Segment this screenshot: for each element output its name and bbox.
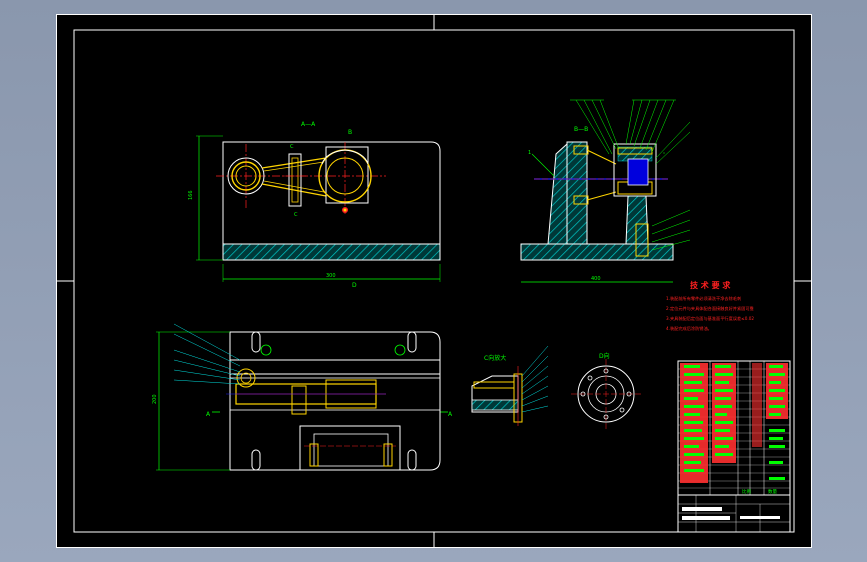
c-direction-title: C向放大 (484, 354, 506, 362)
front-view: A—A B 166 300 D C C (188, 121, 441, 289)
d-direction-title: D向 (599, 352, 610, 360)
tech-requirements: 技 术 要 求 1.装配前所有零件必须清洗干净去除毛刺 2.定位元件与夹具体配合… (666, 280, 754, 332)
svg-text:200: 200 (152, 394, 158, 404)
side-base-plate (520, 243, 674, 261)
plan-view-label-left: A (206, 411, 211, 418)
plan-lower-block (299, 425, 401, 471)
side-mark-1: 1 (528, 150, 531, 156)
side-view-title: B—B (574, 126, 588, 133)
front-section-c-top: C (290, 144, 294, 150)
title-block (677, 494, 791, 533)
tech-req-line-4: 4.装配完成后涂防锈油。 (666, 325, 712, 332)
front-section-c-bottom: C (294, 212, 298, 218)
parts-list-scale-label: 比例 (742, 488, 751, 495)
svg-text:400: 400 (591, 276, 601, 282)
d-direction-view: D向 (571, 352, 641, 429)
side-view: B—B 400 1 (520, 99, 691, 283)
front-view-letter-b: B (348, 129, 352, 136)
drawing-sheet: A—A B 166 300 D C C B—B 400 1 A A 200 C向… (56, 14, 812, 548)
tech-req-line-1: 1.装配前所有零件必须清洗干净去除毛刺 (666, 295, 741, 302)
tech-req-title: 技 术 要 求 (690, 280, 731, 290)
cad-drawing: A—A B 166 300 D C C B—B 400 1 A A 200 C向… (56, 14, 812, 548)
front-dim-letter-d: D (352, 282, 357, 289)
front-base-plate (222, 243, 441, 261)
svg-text:300: 300 (326, 273, 336, 279)
front-view-title: A—A (301, 121, 316, 128)
tech-req-line-2: 2.定位元件与夹具体配合面接触良好并紧固可靠 (666, 305, 754, 312)
plan-view-label-right: A (448, 411, 453, 418)
plan-view: A A 200 (152, 323, 453, 471)
parts-list: 比例 数量 (677, 360, 791, 496)
side-support (547, 142, 568, 245)
svg-text:166: 166 (188, 190, 194, 200)
tech-req-line-3: 3.夹具装配后定位面与基准面平行度误差≤0.02 (666, 315, 754, 322)
c-direction-view: C向放大 (471, 345, 549, 426)
parts-list-qty-label: 数量 (768, 488, 777, 495)
